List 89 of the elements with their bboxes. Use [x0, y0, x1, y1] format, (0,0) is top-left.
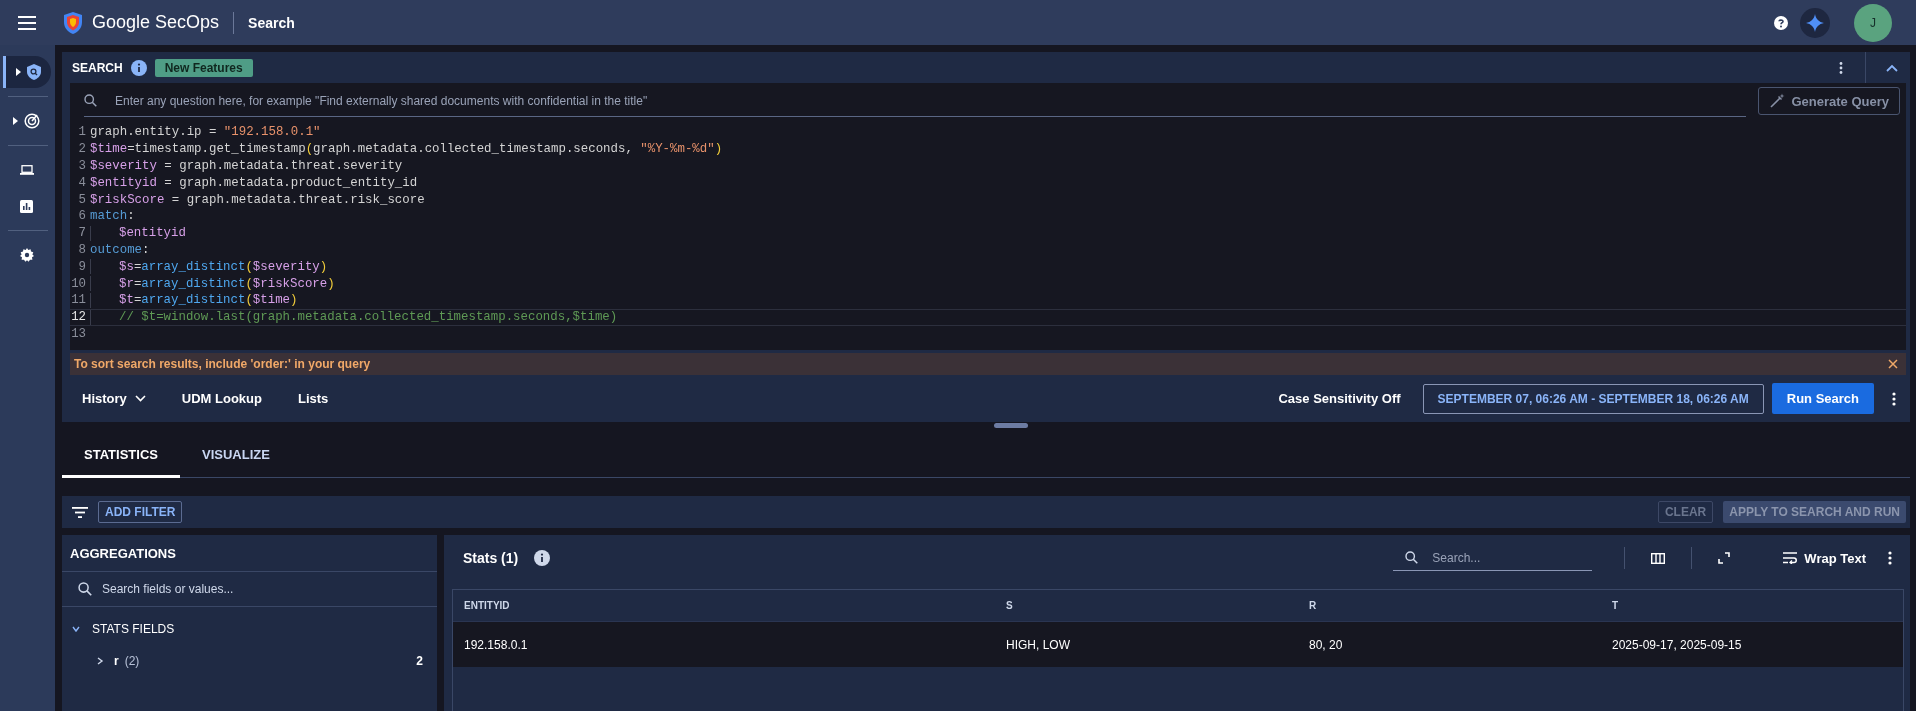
line-number: 8: [77, 242, 86, 257]
toolbar-link[interactable]: UDM Lookup: [181, 391, 262, 407]
sparkle-icon: [1806, 13, 1824, 32]
code-line: $s=array_distinct($severity): [119, 259, 328, 274]
toolbar-link[interactable]: Lists: [297, 391, 329, 407]
user-avatar[interactable]: J: [1854, 3, 1892, 42]
panel-title: AGGREGATIONS: [62, 535, 437, 573]
info-icon[interactable]: [130, 59, 147, 76]
shield-search-icon: [26, 64, 41, 80]
magic-wand-icon: [1769, 93, 1786, 109]
time-range-button[interactable]: SEPTEMBER 07, 06:26 AM - SEPTEMBER 18, 06:26 AM: [1422, 383, 1764, 414]
line-number: 10: [70, 276, 86, 291]
column-header[interactable]: T: [1601, 600, 1903, 612]
code-line: $time=timestamp.get_timestamp(graph.metadata.collected_timestamp.seconds, "%Y-%m-%d"): [90, 142, 723, 157]
column-header[interactable]: R: [1298, 600, 1601, 612]
field-count: 2: [416, 654, 423, 669]
filter-icon[interactable]: [72, 506, 88, 518]
line-number: 4: [77, 175, 86, 190]
page-title: Search: [248, 14, 295, 31]
query-editor[interactable]: [70, 119, 1906, 351]
menu-icon[interactable]: [16, 13, 38, 32]
sparkle-button[interactable]: [1800, 7, 1830, 38]
sidebar-item[interactable]: [2, 56, 51, 88]
more-options-icon[interactable]: [1888, 551, 1892, 566]
collapse-icon[interactable]: [1886, 63, 1898, 72]
more-options-icon[interactable]: [1839, 61, 1843, 74]
expand-icon[interactable]: [1718, 552, 1731, 565]
search-icon: [84, 94, 97, 107]
question-field[interactable]: Enter any question here, for example "Find externally shared documents with confidential in the title": [113, 92, 1747, 109]
table-cell-text: HIGH, LOW: [1005, 637, 1071, 652]
section-header[interactable]: STATS FIELDS: [62, 607, 437, 647]
line-number: 3: [77, 159, 86, 173]
case-sensitivity-toggle[interactable]: Case Sensitivity Off: [1278, 391, 1401, 407]
info-icon[interactable]: [534, 550, 551, 567]
resize-handle[interactable]: [994, 423, 1028, 429]
columns-icon[interactable]: [1651, 552, 1666, 564]
table-cell-text: 80, 20: [1308, 637, 1344, 652]
field-name: r: [114, 654, 119, 669]
code-line: $riskScore = graph.metadata.threat.risk_score: [90, 192, 425, 207]
code-line: outcome:: [90, 242, 150, 257]
search-field[interactable]: Search fields or values...: [100, 581, 421, 598]
search-icon: [1405, 551, 1419, 565]
wrap-text-button[interactable]: Wrap Text: [1782, 550, 1866, 566]
run-search-button[interactable]: Run Search: [1771, 383, 1874, 415]
column-header[interactable]: S: [995, 600, 1298, 612]
code-line: $r=array_distinct($riskScore): [119, 276, 335, 291]
code-line: $entityid = graph.metadata.product_entity_id: [90, 175, 418, 190]
wrap-text-icon: [1782, 552, 1799, 565]
code-line: // $t=window.last(graph.metadata.collected_timestamp.seconds,$time): [119, 310, 618, 325]
toolbar-link[interactable]: History: [82, 391, 146, 407]
line-number: 13: [70, 326, 86, 341]
search-field[interactable]: Search...: [1430, 549, 1581, 566]
code-line: $t=array_distinct($time): [119, 293, 298, 308]
line-number: 9: [77, 259, 86, 274]
line-number: 12: [70, 310, 86, 325]
caret-icon: [13, 117, 18, 125]
line-number: 2: [77, 142, 86, 157]
code-line: $severity = graph.metadata.threat.severity: [90, 159, 403, 173]
panel-title: Stats (1): [463, 550, 519, 567]
radar-icon: [24, 113, 40, 129]
results-tab[interactable]: VISUALIZE: [180, 433, 292, 479]
results-tab[interactable]: STATISTICS: [62, 433, 180, 479]
field-count-label: (2): [124, 654, 140, 669]
panel-title: SEARCH: [72, 60, 123, 75]
bar-chart-icon: [20, 199, 33, 213]
line-number: 6: [77, 209, 86, 224]
help-icon[interactable]: [1774, 15, 1788, 30]
shield-logo-icon: [62, 10, 84, 35]
table-cell-text: 192.158.0.1: [463, 637, 529, 652]
line-number: 5: [77, 192, 86, 207]
search-icon: [78, 582, 92, 597]
column-header[interactable]: ENTITYID: [453, 600, 995, 612]
line-number: 1: [77, 125, 86, 140]
code-line: $entityid: [119, 226, 186, 241]
settings-icon: [19, 248, 34, 262]
new-features-badge[interactable]: New Features: [154, 58, 253, 77]
more-options-icon[interactable]: [1892, 391, 1896, 406]
product-name: Google SecOps: [92, 12, 220, 33]
table-cell-text: 2025-09-17, 2025-09-15: [1611, 637, 1743, 652]
line-number: 11: [70, 293, 86, 308]
caret-icon: [15, 68, 21, 76]
field-row[interactable]: r (2) 2: [62, 646, 437, 677]
add-filter-button[interactable]: ADD FILTER: [98, 501, 183, 524]
line-number: 7: [77, 226, 86, 241]
close-icon[interactable]: [1888, 359, 1898, 370]
code-line: match:: [90, 209, 135, 224]
laptop-icon: [19, 165, 34, 175]
code-line: graph.entity.ip = "192.158.0.1": [90, 125, 321, 140]
notice-text: To sort search results, include 'order:' in your query: [74, 357, 372, 372]
